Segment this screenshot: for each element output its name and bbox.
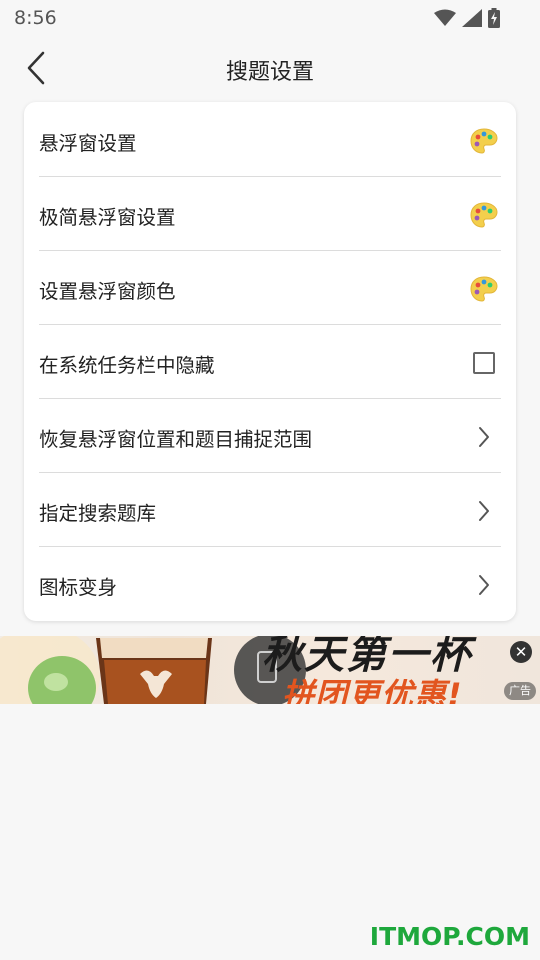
divider xyxy=(39,546,501,547)
divider xyxy=(39,398,501,399)
ad-tag: 广告 xyxy=(504,682,536,700)
settings-item-floating-window[interactable]: 悬浮窗设置 xyxy=(39,104,501,178)
settings-item-restore-position[interactable]: 恢复悬浮窗位置和题目捕捉范围 xyxy=(39,400,501,474)
settings-item-hide-in-taskbar[interactable]: 在系统任务栏中隐藏 xyxy=(39,326,501,400)
checkbox-wrapper xyxy=(467,346,501,380)
battery-charging-icon xyxy=(488,8,500,32)
watermark: ITMOP.COM xyxy=(369,922,530,951)
settings-item-label: 图标变身 xyxy=(39,575,118,599)
settings-card: 悬浮窗设置 极简悬浮窗设置 设置悬浮窗颜色 在系统任务栏中隐藏 恢复悬浮窗位置和… xyxy=(24,102,516,621)
settings-item-floating-window-color[interactable]: 设置悬浮窗颜色 xyxy=(39,252,501,326)
settings-item-label: 设置悬浮窗颜色 xyxy=(39,279,176,303)
ad-close-button[interactable]: ✕ xyxy=(510,641,532,663)
settings-item-minimal-floating-window[interactable]: 极简悬浮窗设置 xyxy=(39,178,501,252)
page-title: 搜题设置 xyxy=(225,60,314,85)
chevron-right-icon xyxy=(467,420,501,454)
divider xyxy=(39,324,501,325)
settings-item-icon-change[interactable]: 图标变身 xyxy=(39,548,501,622)
divider xyxy=(39,176,501,177)
settings-item-label: 在系统任务栏中隐藏 xyxy=(39,353,215,377)
settings-item-label: 悬浮窗设置 xyxy=(39,131,137,155)
settings-item-label: 极简悬浮窗设置 xyxy=(39,205,176,229)
status-bar: 8:56 xyxy=(0,0,540,38)
divider xyxy=(39,250,501,251)
settings-item-label: 指定搜索题库 xyxy=(39,501,157,525)
settings-item-label: 恢复悬浮窗位置和题目捕捉范围 xyxy=(39,427,313,451)
ad-banner[interactable]: 秋天第一杯 拼团更优惠! ✕ 广告 xyxy=(0,636,540,704)
status-icons xyxy=(434,8,500,32)
signal-icon xyxy=(462,9,482,31)
settings-item-question-bank[interactable]: 指定搜索题库 xyxy=(39,474,501,548)
divider xyxy=(39,472,501,473)
palette-icon xyxy=(467,198,501,232)
palette-icon xyxy=(467,124,501,158)
wifi-icon xyxy=(434,9,456,31)
chevron-right-icon xyxy=(467,494,501,528)
ad-headline-main: 拼团更优惠! xyxy=(282,676,463,704)
chevron-right-icon xyxy=(467,568,501,602)
ad-tag-label: 广告 xyxy=(509,684,531,697)
palette-icon xyxy=(467,272,501,306)
close-icon: ✕ xyxy=(514,643,528,661)
hide-in-taskbar-checkbox[interactable] xyxy=(473,352,495,374)
app-header: 搜题设置 xyxy=(0,40,540,98)
status-time: 8:56 xyxy=(14,7,57,29)
